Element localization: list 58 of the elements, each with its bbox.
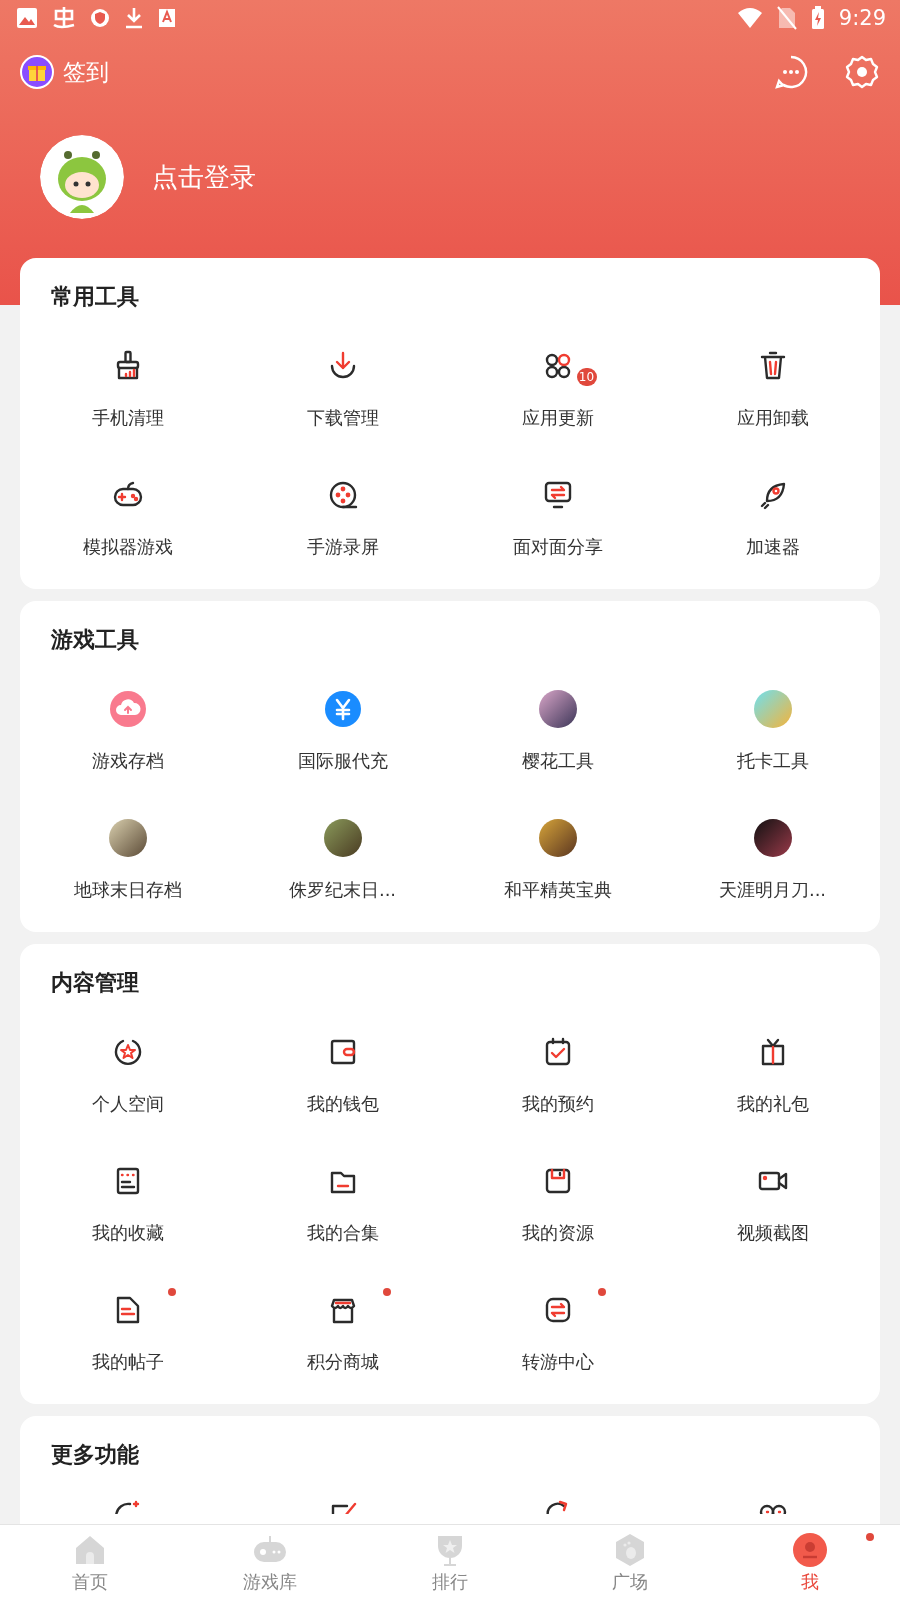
game-thumbnail[interactable] bbox=[538, 819, 577, 857]
tool-label[interactable]: 加速器 bbox=[745, 535, 800, 559]
download-icon bbox=[124, 6, 144, 30]
game-thumbnail[interactable] bbox=[753, 819, 792, 857]
game-thumbnail[interactable] bbox=[108, 819, 147, 857]
tool-label[interactable]: 我的钱包 bbox=[306, 1092, 379, 1116]
game-thumbnail[interactable] bbox=[538, 690, 577, 728]
message-icon[interactable] bbox=[774, 55, 808, 89]
battery-icon bbox=[810, 6, 825, 30]
cloud-upload-icon[interactable] bbox=[109, 691, 146, 727]
tool-label[interactable]: 我的礼包 bbox=[736, 1092, 809, 1116]
profile-icon bbox=[792, 1531, 828, 1568]
tool-label[interactable]: 应用更新 bbox=[521, 406, 594, 430]
game-thumbnail[interactable] bbox=[753, 690, 792, 728]
document-icon bbox=[158, 8, 176, 28]
game-thumbnail[interactable] bbox=[323, 819, 362, 857]
tool-label[interactable]: 游戏存档 bbox=[91, 749, 164, 773]
avatar[interactable] bbox=[40, 135, 124, 219]
tool-label[interactable]: 积分商城 bbox=[306, 1350, 379, 1374]
tool-label[interactable]: 模拟器游戏 bbox=[82, 535, 173, 559]
tool-label[interactable]: 我的预约 bbox=[521, 1092, 594, 1116]
tool-label[interactable]: 地球末日存档 bbox=[73, 878, 182, 902]
tool-label[interactable]: 下载管理 bbox=[306, 406, 379, 430]
tool-label[interactable]: 手机清理 bbox=[91, 406, 164, 430]
tool-label[interactable]: 天涯明月刀... bbox=[718, 878, 827, 902]
tool-label[interactable]: 转游中心 bbox=[521, 1350, 594, 1374]
tool-label[interactable]: 我的合集 bbox=[306, 1221, 379, 1245]
count-badge: 10 bbox=[576, 368, 597, 386]
tool-label[interactable]: 托卡工具 bbox=[736, 749, 809, 773]
tool-label[interactable]: 樱花工具 bbox=[521, 749, 594, 773]
nav-tab[interactable]: 广场 bbox=[540, 1525, 720, 1600]
wifi-icon bbox=[736, 7, 763, 29]
tool-label[interactable]: 视频截图 bbox=[736, 1221, 809, 1245]
shield-icon bbox=[90, 8, 110, 28]
clock-time: 9:29 bbox=[838, 6, 886, 30]
gift-icon bbox=[20, 55, 54, 89]
no-sim-icon bbox=[776, 6, 797, 30]
tool-label[interactable]: 应用卸载 bbox=[736, 406, 809, 430]
nav-tab[interactable]: 游戏库 bbox=[180, 1525, 360, 1600]
tool-label[interactable]: 国际服代充 bbox=[297, 749, 388, 773]
section-title: 内容管理 bbox=[50, 969, 140, 997]
tool-label[interactable]: 我的收藏 bbox=[91, 1221, 164, 1245]
tool-label[interactable]: 手游录屏 bbox=[306, 535, 379, 559]
section-title: 游戏工具 bbox=[50, 626, 140, 654]
tool-label[interactable]: 和平精英宝典 bbox=[503, 878, 612, 902]
settings-icon[interactable] bbox=[844, 54, 880, 90]
image-icon bbox=[16, 7, 38, 29]
nav-tab[interactable]: 排行 bbox=[360, 1525, 540, 1600]
section-title: 更多功能 bbox=[50, 1441, 140, 1469]
section-title: 常用工具 bbox=[50, 283, 140, 311]
nav-tab[interactable]: 我 bbox=[720, 1525, 900, 1600]
tool-label[interactable]: 我的资源 bbox=[521, 1221, 594, 1245]
yen-icon[interactable] bbox=[324, 691, 361, 727]
tool-label[interactable]: 面对面分享 bbox=[512, 535, 603, 559]
nav-tab[interactable]: 首页 bbox=[0, 1525, 180, 1600]
tool-label[interactable]: 个人空间 bbox=[91, 1092, 164, 1116]
tool-label[interactable]: 我的帖子 bbox=[91, 1350, 164, 1374]
tool-label[interactable]: 侏罗纪末日... bbox=[288, 878, 397, 902]
